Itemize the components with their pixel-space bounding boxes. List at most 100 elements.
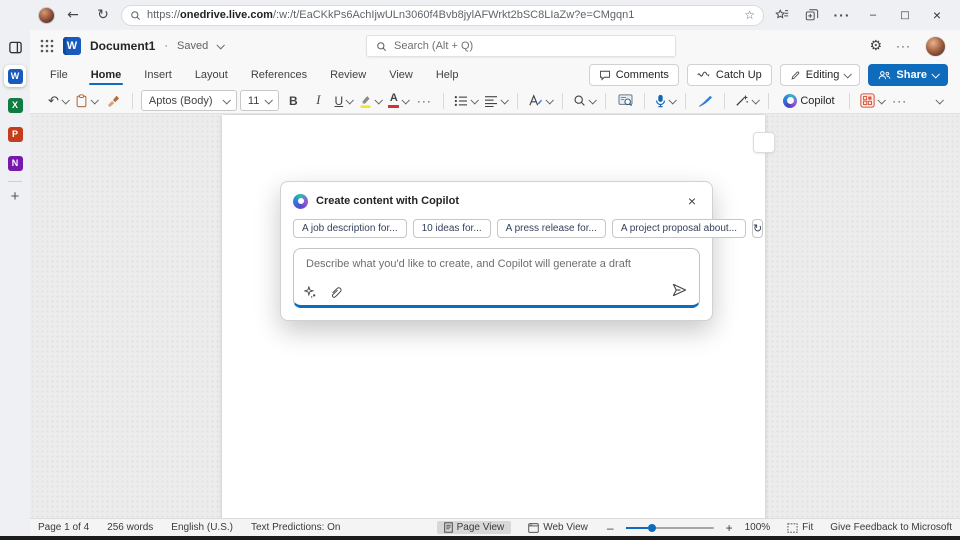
divider (685, 93, 686, 109)
tab-file[interactable]: File (50, 65, 68, 85)
format-painter-icon (106, 94, 120, 107)
url-path: /:w:/t/EaCKkPs6AchIjwULn3060f4Bvb8jylAFW… (273, 9, 634, 21)
catch-up-button[interactable]: Catch Up (687, 64, 772, 86)
minimize-button[interactable]: – (860, 3, 886, 27)
italic-button[interactable]: I (307, 90, 329, 112)
tab-insert[interactable]: Insert (144, 65, 172, 85)
ellipsis-icon: ··· (892, 94, 907, 108)
styles-button[interactable] (526, 90, 554, 112)
dictate-button[interactable] (653, 90, 677, 112)
prompt-chip-job-description[interactable]: A job description for... (293, 219, 407, 238)
feedback-link[interactable]: Give Feedback to Microsoft (830, 522, 952, 533)
document-title[interactable]: Document1 (90, 39, 155, 53)
app-launcher-icon[interactable] (40, 39, 54, 53)
share-button[interactable]: Share (868, 64, 948, 86)
zoom-slider[interactable] (626, 527, 714, 529)
undo-button[interactable]: ↶ (46, 90, 70, 112)
send-prompt-button[interactable] (670, 281, 689, 299)
comments-button[interactable]: Comments (589, 64, 679, 86)
bold-button[interactable]: B (282, 90, 304, 112)
sidebar-item-word[interactable]: W (4, 65, 26, 87)
font-name-select[interactable]: Aptos (Body) (141, 90, 237, 111)
underline-button[interactable]: U (332, 90, 354, 112)
page-view-button[interactable]: Page View (437, 521, 512, 534)
sidebar-item-onenote[interactable]: N (4, 152, 26, 174)
zoom-in-button[interactable]: + (724, 521, 735, 535)
close-button[interactable]: × (924, 3, 950, 27)
tab-view[interactable]: View (389, 65, 413, 85)
browser-menu-icon[interactable]: ··· (830, 3, 854, 27)
copilot-prompt-box[interactable] (293, 248, 700, 308)
page-info[interactable]: Page 1 of 4 (38, 522, 89, 533)
prompt-chip-ideas[interactable]: 10 ideas for... (413, 219, 491, 238)
browser-profile-avatar[interactable] (38, 7, 55, 24)
attach-file-button[interactable] (329, 286, 342, 299)
paste-button[interactable] (73, 90, 99, 112)
sidebar-item-powerpoint[interactable]: P (4, 123, 26, 145)
highlight-color-button[interactable] (357, 90, 383, 112)
zoom-slider-thumb[interactable] (648, 524, 656, 532)
user-avatar[interactable] (925, 36, 946, 57)
divider (562, 93, 563, 109)
bullets-button[interactable] (452, 90, 479, 112)
ribbon-more-button[interactable]: ··· (889, 90, 911, 112)
back-button[interactable]: ← (61, 3, 85, 27)
collapse-ribbon-button[interactable] (928, 90, 950, 112)
addins-button[interactable] (858, 90, 886, 112)
find-button[interactable] (571, 90, 597, 112)
web-view-button[interactable]: Web View (521, 521, 595, 534)
copilot-button[interactable]: Copilot (777, 90, 840, 112)
tab-help[interactable]: Help (436, 65, 459, 85)
word-count[interactable]: 256 words (107, 522, 153, 533)
editor-button[interactable] (694, 90, 716, 112)
word-icon: W (8, 69, 23, 84)
prompt-chip-project-proposal[interactable]: A project proposal about... (612, 219, 746, 238)
font-more-button[interactable]: ··· (413, 90, 435, 112)
text-predictions-status[interactable]: Text Predictions: On (251, 522, 340, 533)
rewrite-button[interactable] (733, 90, 760, 112)
format-painter-button[interactable] (102, 90, 124, 112)
address-bar[interactable]: https://onedrive.live.com/:w:/t/EaCKkPs6… (121, 5, 764, 26)
refresh-button[interactable]: ↻ (91, 3, 115, 27)
tab-layout[interactable]: Layout (195, 65, 228, 85)
chevron-down-icon (935, 96, 943, 104)
dialog-close-button[interactable]: × (684, 192, 700, 210)
font-size-select[interactable]: 11 (240, 90, 279, 111)
zoom-out-button[interactable]: – (605, 521, 616, 535)
zoom-level[interactable]: 100% (745, 522, 771, 533)
sidebar-toggle-icon[interactable] (4, 36, 26, 58)
chevron-down-icon[interactable] (217, 41, 225, 49)
url-text[interactable]: https://onedrive.live.com/:w:/t/EaCKkPs6… (147, 9, 738, 21)
font-color-button[interactable]: A (386, 90, 410, 112)
floating-card[interactable] (753, 132, 775, 153)
save-status[interactable]: Saved (177, 40, 208, 52)
chevron-down-icon (402, 96, 410, 104)
tab-home[interactable]: Home (91, 65, 122, 85)
bookmark-icon[interactable]: ☆ (744, 8, 755, 22)
rewrite-sparkle-button[interactable] (304, 286, 317, 299)
settings-gear-icon[interactable]: ⚙ (869, 38, 882, 54)
copilot-dialog: Create content with Copilot × A job desc… (280, 181, 713, 321)
alignment-button[interactable] (482, 90, 509, 112)
add-app-button[interactable]: + (11, 189, 20, 204)
word-app: W Document1 · Saved ⚙ ··· File Home (30, 30, 960, 536)
document-canvas[interactable]: Create content with Copilot × A job desc… (30, 114, 960, 518)
favorites-icon[interactable] (770, 3, 794, 27)
immersive-reader-button[interactable] (614, 90, 636, 112)
refresh-suggestions-button[interactable]: ↻ (752, 219, 763, 238)
find-icon (573, 94, 586, 107)
prompt-chip-press-release[interactable]: A press release for... (497, 219, 606, 238)
fit-button[interactable]: Fit (780, 521, 820, 534)
maximize-button[interactable]: □ (892, 3, 918, 27)
tab-references[interactable]: References (251, 65, 307, 85)
word-search-input[interactable] (394, 40, 666, 52)
word-logo-icon[interactable]: W (63, 37, 81, 55)
collections-icon[interactable] (800, 3, 824, 27)
sidebar-item-excel[interactable]: X (4, 94, 26, 116)
tab-review[interactable]: Review (330, 65, 366, 85)
language-status[interactable]: English (U.S.) (171, 522, 233, 533)
word-search-box[interactable] (366, 35, 676, 57)
copilot-prompt-input[interactable] (294, 249, 699, 281)
titlebar-more-icon[interactable]: ··· (896, 39, 911, 53)
editing-mode-button[interactable]: Editing (780, 64, 861, 86)
